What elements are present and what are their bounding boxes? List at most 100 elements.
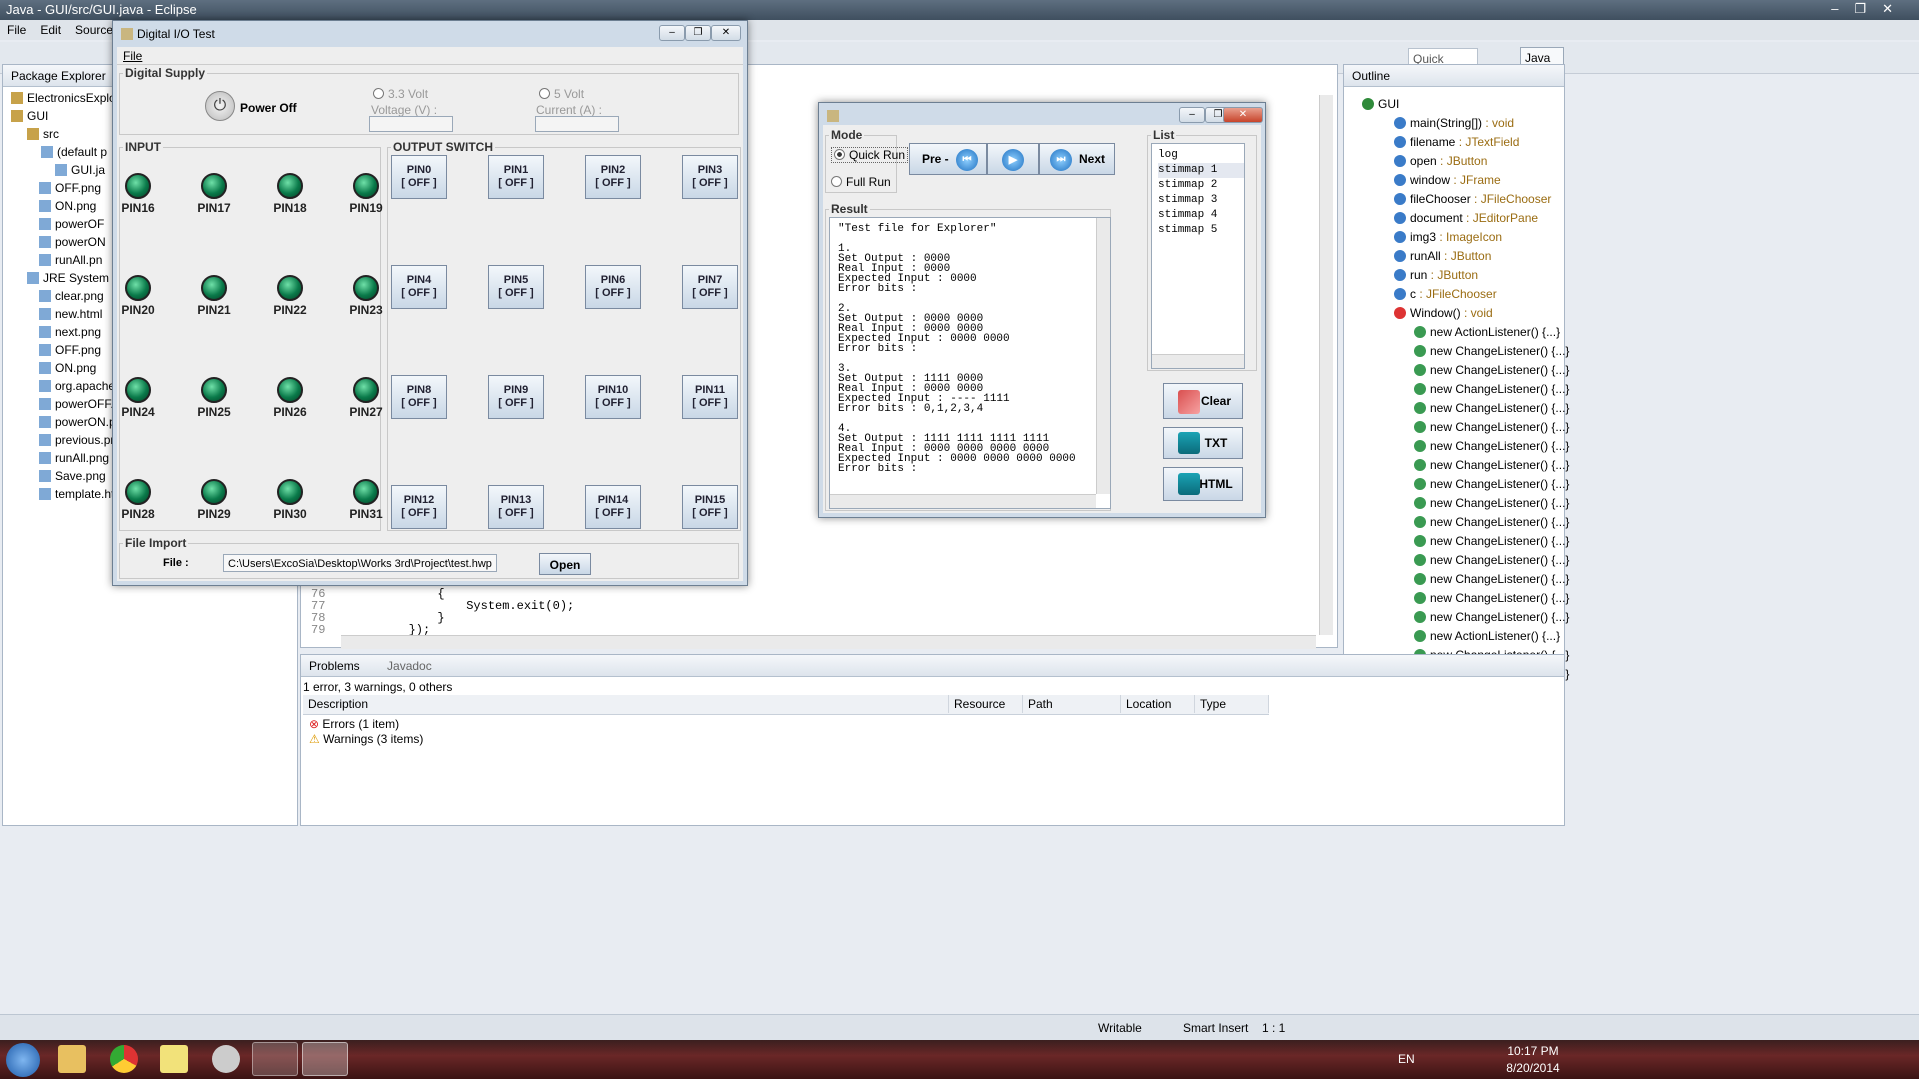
v33-radio[interactable]: 3.3 Volt: [373, 87, 428, 101]
v5-radio[interactable]: 5 Volt: [539, 87, 584, 101]
problems-tab[interactable]: Problems: [309, 659, 360, 673]
outline-item[interactable]: document : JEditorPane: [1394, 209, 1564, 228]
list-item[interactable]: stimmap 1: [1158, 163, 1244, 178]
outline-item[interactable]: new ActionListener() {...}: [1394, 627, 1564, 646]
notes-taskbar-icon[interactable]: [160, 1045, 188, 1073]
outline-item[interactable]: filename : JTextField: [1394, 133, 1564, 152]
txt-button[interactable]: TXT: [1163, 427, 1243, 459]
outline-item[interactable]: new ChangeListener() {...}: [1394, 456, 1569, 475]
previous-button[interactable]: Pre - ⏮: [909, 143, 987, 175]
open-button[interactable]: Open: [539, 553, 591, 575]
next-button[interactable]: ⏭ Next: [1039, 143, 1115, 175]
output-pin-toggle[interactable]: PIN3[ OFF ]: [682, 155, 738, 199]
outline-item[interactable]: new ActionListener() {...}: [1394, 323, 1564, 342]
clock-time[interactable]: 10:17 PM: [1503, 1044, 1563, 1058]
output-pin-toggle[interactable]: PIN9[ OFF ]: [488, 375, 544, 419]
code-line[interactable]: 77 System.exit(0);: [311, 599, 1311, 613]
minimize-button[interactable]: ‒: [659, 25, 685, 41]
outline-item[interactable]: new ChangeListener() {...}: [1394, 608, 1569, 627]
outline-item[interactable]: c : JFileChooser: [1394, 285, 1564, 304]
eclipse-taskbar-icon[interactable]: [252, 1042, 298, 1076]
outline-item[interactable]: new ChangeListener() {...}: [1394, 342, 1569, 361]
col-location[interactable]: Location: [1121, 695, 1195, 713]
app-taskbar-icon[interactable]: [212, 1045, 240, 1073]
outline-item[interactable]: new ChangeListener() {...}: [1394, 418, 1569, 437]
output-pin-toggle[interactable]: PIN12[ OFF ]: [391, 485, 447, 529]
col-path[interactable]: Path: [1023, 695, 1121, 713]
menu-file[interactable]: File: [0, 20, 33, 40]
output-pin-toggle[interactable]: PIN15[ OFF ]: [682, 485, 738, 529]
menu-edit[interactable]: Edit: [33, 20, 68, 40]
quick-run-radio[interactable]: Quick Run: [831, 147, 909, 163]
output-pin-toggle[interactable]: PIN1[ OFF ]: [488, 155, 544, 199]
clear-button[interactable]: Clear: [1163, 383, 1243, 419]
output-pin-toggle[interactable]: PIN0[ OFF ]: [391, 155, 447, 199]
editor-h-scrollbar[interactable]: [341, 635, 1316, 649]
outline-item[interactable]: new ChangeListener() {...}: [1394, 551, 1569, 570]
outline-root[interactable]: GUI: [1362, 95, 1564, 114]
dio-title-bar[interactable]: Digital I/O Test ‒ ❐ ✕: [113, 21, 747, 47]
result-h-scrollbar[interactable]: [830, 494, 1096, 508]
chrome-taskbar-icon[interactable]: [110, 1045, 138, 1073]
output-pin-toggle[interactable]: PIN4[ OFF ]: [391, 265, 447, 309]
outline-tab[interactable]: Outline: [1344, 65, 1564, 87]
output-pin-toggle[interactable]: PIN6[ OFF ]: [585, 265, 641, 309]
dio-menu-file[interactable]: File: [123, 49, 142, 63]
outline-item[interactable]: new ChangeListener() {...}: [1394, 570, 1569, 589]
col-resource[interactable]: Resource: [949, 695, 1023, 713]
current-field[interactable]: [535, 116, 619, 132]
window-controls[interactable]: ‒❐✕: [1831, 1, 1909, 17]
output-pin-toggle[interactable]: PIN2[ OFF ]: [585, 155, 641, 199]
output-pin-toggle[interactable]: PIN5[ OFF ]: [488, 265, 544, 309]
outline-item[interactable]: new ChangeListener() {...}: [1394, 589, 1569, 608]
code-area[interactable]: 76 {77 System.exit(0); 78 } 79 });: [311, 587, 1311, 637]
voltage-field[interactable]: [369, 116, 453, 132]
minimize-button[interactable]: ‒: [1179, 107, 1205, 123]
errors-row[interactable]: ⊗ Errors (1 item): [309, 717, 423, 732]
close-button[interactable]: ✕: [1223, 107, 1263, 123]
result-v-scrollbar[interactable]: [1096, 218, 1110, 494]
col-description[interactable]: Description: [303, 695, 949, 713]
editor-v-scrollbar[interactable]: [1319, 95, 1333, 635]
file-path-field[interactable]: C:\Users\ExcoSia\Desktop\Works 3rd\Proje…: [223, 554, 497, 572]
output-pin-toggle[interactable]: PIN10[ OFF ]: [585, 375, 641, 419]
outline-item[interactable]: runAll : JButton: [1394, 247, 1564, 266]
html-button[interactable]: HTML: [1163, 467, 1243, 501]
outline-item[interactable]: new ChangeListener() {...}: [1394, 475, 1569, 494]
list-item[interactable]: stimmap 3: [1158, 193, 1244, 208]
outline-item[interactable]: new ChangeListener() {...}: [1394, 513, 1569, 532]
maximize-button[interactable]: ❐: [685, 25, 711, 41]
outline-item[interactable]: fileChooser : JFileChooser: [1394, 190, 1564, 209]
output-pin-toggle[interactable]: PIN14[ OFF ]: [585, 485, 641, 529]
outline-item[interactable]: Window() : void: [1394, 304, 1564, 323]
code-line[interactable]: 79 });: [311, 623, 1311, 637]
list-v-scrollbar[interactable]: [1244, 144, 1245, 354]
java-taskbar-icon[interactable]: [302, 1042, 348, 1076]
explorer-taskbar-icon[interactable]: [58, 1045, 86, 1073]
list-item[interactable]: stimmap 2: [1158, 178, 1244, 193]
close-button[interactable]: ✕: [711, 25, 741, 41]
outline-item[interactable]: open : JButton: [1394, 152, 1564, 171]
col-type[interactable]: Type: [1195, 695, 1269, 713]
outline-item[interactable]: new ChangeListener() {...}: [1394, 437, 1569, 456]
list-h-scrollbar[interactable]: [1152, 354, 1244, 368]
stimmap-list[interactable]: log stimmap 1 stimmap 2 stimmap 3 stimmap 4s…: [1151, 143, 1245, 369]
list-item[interactable]: log: [1158, 148, 1244, 163]
result-text-area[interactable]: "Test file for Explorer" 1. Set Output :…: [829, 217, 1111, 509]
output-pin-toggle[interactable]: PIN11[ OFF ]: [682, 375, 738, 419]
javadoc-tab[interactable]: Javadoc: [387, 659, 432, 673]
outline-item[interactable]: run : JButton: [1394, 266, 1564, 285]
full-run-radio[interactable]: Full Run: [831, 175, 891, 189]
list-item[interactable]: stimmap 4: [1158, 208, 1244, 223]
warnings-row[interactable]: ⚠ Warnings (3 items): [309, 732, 423, 747]
list-item[interactable]: stimmap 5: [1158, 223, 1244, 238]
outline-item[interactable]: main(String[]) : void: [1394, 114, 1564, 133]
output-pin-toggle[interactable]: PIN8[ OFF ]: [391, 375, 447, 419]
outline-item[interactable]: window : JFrame: [1394, 171, 1564, 190]
outline-item[interactable]: new ChangeListener() {...}: [1394, 399, 1569, 418]
outline-item[interactable]: new ChangeListener() {...}: [1394, 380, 1569, 399]
power-button[interactable]: ⏻: [205, 91, 235, 121]
clock-date[interactable]: 8/20/2014: [1503, 1061, 1563, 1075]
run-button[interactable]: ▶: [987, 143, 1039, 175]
outline-item[interactable]: img3 : ImageIcon: [1394, 228, 1564, 247]
